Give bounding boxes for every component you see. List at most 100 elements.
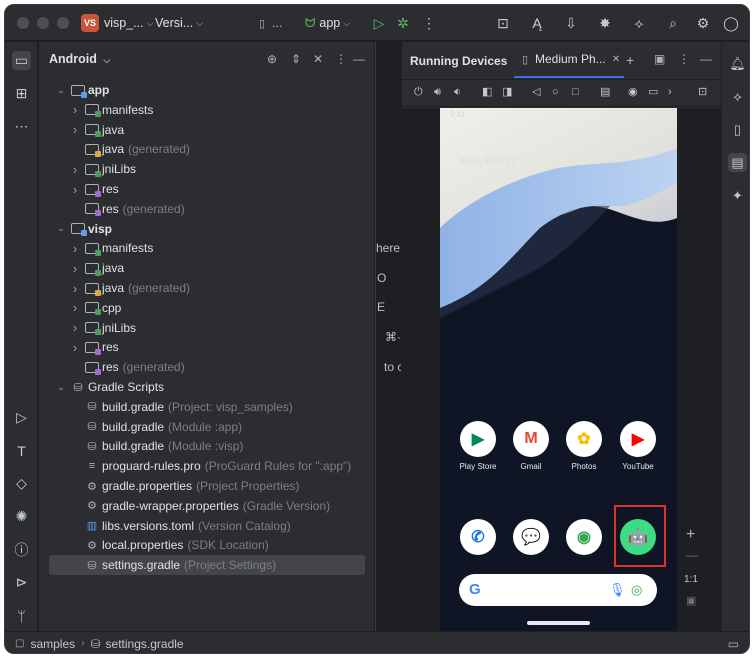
search-icon[interactable]: ⌕ bbox=[665, 15, 681, 31]
chevron-right-icon[interactable]: › bbox=[69, 300, 81, 315]
tree-row[interactable]: › manifests bbox=[39, 100, 374, 120]
run-tool-icon[interactable]: ▷ bbox=[12, 408, 31, 427]
options-menu-icon[interactable]: ⋮ bbox=[678, 52, 690, 66]
minimize-window-button[interactable] bbox=[37, 17, 49, 29]
volume-down-icon[interactable]: 🔉︎ bbox=[454, 87, 461, 98]
account-icon[interactable]: ◯ bbox=[723, 15, 739, 31]
app-gmail[interactable]: M Gmail bbox=[507, 421, 555, 471]
zoom-out-icon[interactable]: — bbox=[686, 548, 698, 562]
chevron-right-icon[interactable]: › bbox=[69, 182, 81, 197]
device-frame-icon[interactable]: ▤ bbox=[600, 87, 610, 98]
more-actions-icon[interactable]: ⋮ bbox=[421, 15, 437, 31]
tree-row[interactable]: › jniLibs bbox=[39, 159, 374, 179]
logcat-icon[interactable]: ✺ bbox=[12, 507, 31, 526]
screenshot-icon[interactable]: ◉ bbox=[628, 87, 638, 98]
breadcrumb-root[interactable]: samples bbox=[30, 637, 75, 651]
tree-row[interactable]: ⌄ app bbox=[39, 80, 374, 100]
problems-icon[interactable]: ⓘ bbox=[12, 540, 31, 559]
settings-gear-icon[interactable]: ⚙ bbox=[695, 15, 711, 31]
resource-manager-icon[interactable]: ⊞ bbox=[12, 84, 31, 103]
tree-row[interactable]: ⛁ build.gradle (Module :visp) bbox=[39, 436, 374, 456]
tree-row[interactable]: java (generated) bbox=[39, 139, 374, 159]
tree-row[interactable]: › manifests bbox=[39, 238, 374, 258]
vcs-branch-selector[interactable]: Versi... ⌵ bbox=[155, 5, 203, 41]
tree-row[interactable]: › cpp bbox=[39, 298, 374, 318]
device-manager-icon[interactable]: ▯ bbox=[728, 120, 747, 139]
build-hammer-icon[interactable]: T bbox=[12, 441, 31, 460]
notifications-icon[interactable]: 🔔︎ bbox=[728, 54, 747, 73]
microphone-icon[interactable]: 🎙︎ bbox=[609, 582, 626, 598]
sparkle-icon[interactable]: ✦ bbox=[728, 186, 747, 205]
zoom-window-button[interactable] bbox=[57, 17, 69, 29]
debug-icon[interactable]: ✲ bbox=[395, 15, 411, 31]
app-quality-icon[interactable]: ◇ bbox=[12, 474, 31, 493]
app-phone[interactable]: ✆ bbox=[454, 519, 502, 555]
chevron-down-icon[interactable]: ⌄ bbox=[55, 223, 67, 234]
tree-row[interactable]: › res bbox=[39, 337, 374, 357]
app-youtube[interactable]: ▶ YouTube bbox=[614, 421, 662, 471]
tree-row[interactable]: ⚙ gradle.properties (Project Properties) bbox=[39, 476, 374, 496]
close-window-button[interactable] bbox=[17, 17, 29, 29]
rotate-right-icon[interactable]: ◨ bbox=[502, 87, 512, 98]
gesture-nav-handle[interactable] bbox=[527, 621, 590, 625]
hide-panel-icon[interactable]: — bbox=[353, 52, 365, 66]
overview-icon[interactable]: □ bbox=[572, 87, 579, 98]
google-search-bar[interactable]: G 🎙︎ ◎ bbox=[459, 574, 657, 606]
zoom-actual-size[interactable]: 1:1 bbox=[684, 574, 698, 585]
tree-row[interactable]: ⌄ ⛁ Gradle Scripts bbox=[39, 377, 374, 397]
back-icon[interactable]: ◁ bbox=[532, 87, 540, 98]
chevron-right-icon[interactable]: › bbox=[69, 102, 81, 117]
running-devices-icon[interactable]: ▤ bbox=[728, 153, 747, 172]
translate-icon[interactable]: Ą bbox=[529, 15, 545, 31]
tree-row[interactable]: › res bbox=[39, 179, 374, 199]
tree-row[interactable]: ⌄ visp bbox=[39, 219, 374, 239]
zoom-in-icon[interactable]: + bbox=[686, 526, 695, 544]
lens-icon[interactable]: ◎ bbox=[631, 582, 642, 598]
chevron-right-icon[interactable]: › bbox=[69, 241, 81, 256]
chevron-down-icon[interactable]: ⌄ bbox=[55, 382, 67, 393]
rotate-left-icon[interactable]: ◧ bbox=[482, 87, 492, 98]
chevron-right-icon[interactable]: › bbox=[69, 162, 81, 177]
tree-row[interactable]: ⛁ build.gradle (Project: visp_samples) bbox=[39, 397, 374, 417]
tree-row[interactable]: ≡ proguard-rules.pro (ProGuard Rules for "… bbox=[39, 456, 374, 476]
sdk-manager-icon[interactable]: ⇩ bbox=[563, 15, 579, 31]
home-icon[interactable]: ○ bbox=[552, 87, 559, 98]
collapse-all-icon[interactable]: ✕ bbox=[313, 52, 323, 66]
project-selector[interactable]: VS visp_... ⌵ bbox=[81, 5, 153, 41]
volume-up-icon[interactable]: 🔊︎ bbox=[434, 87, 441, 98]
chevron-right-icon[interactable]: › bbox=[69, 261, 81, 276]
project-folder-icon[interactable]: ▭ bbox=[12, 51, 31, 70]
tree-row[interactable]: ⛁ build.gradle (Module :app) bbox=[39, 417, 374, 437]
project-view-selector[interactable]: Android ⌵ bbox=[49, 52, 110, 66]
tree-row[interactable]: res (generated) bbox=[39, 357, 374, 377]
phone-screen[interactable]: 9:41 Wed, Feb 19 G 🎙︎ ◎ ▶ Play Store M Gmai… bbox=[440, 108, 677, 632]
run-config-selector[interactable]: ᗢ app ⌵ bbox=[305, 5, 350, 41]
app-photos[interactable]: ✿ Photos bbox=[560, 421, 608, 471]
lockscreen-date[interactable]: Wed, Feb 19 bbox=[459, 156, 516, 167]
fit-screen-icon[interactable]: ▣ bbox=[686, 594, 696, 607]
screen-record-icon[interactable]: ▭ bbox=[648, 87, 658, 98]
chevron-right-icon[interactable]: › bbox=[69, 122, 81, 137]
version-control-icon[interactable]: ᛘ bbox=[12, 606, 31, 625]
terminal-icon[interactable]: ⊳ bbox=[12, 573, 31, 592]
options-menu-icon[interactable]: ⋮ bbox=[335, 52, 347, 66]
chevron-right-icon[interactable]: › bbox=[69, 320, 81, 335]
breadcrumb-file[interactable]: settings.gradle bbox=[106, 637, 184, 651]
power-icon[interactable]: ⏻ bbox=[414, 87, 423, 98]
tree-row[interactable]: › java bbox=[39, 120, 374, 140]
bug-report-icon[interactable]: ✸ bbox=[597, 15, 613, 31]
tree-row[interactable]: ⚙ gradle-wrapper.properties (Gradle Versio… bbox=[39, 496, 374, 516]
gemini-icon[interactable]: ⟡ bbox=[631, 15, 647, 31]
chevron-right-icon[interactable]: › bbox=[69, 281, 81, 296]
tree-row[interactable]: › jniLibs bbox=[39, 318, 374, 338]
tree-row[interactable]: › java (generated) bbox=[39, 278, 374, 298]
chevron-right-icon[interactable]: › bbox=[69, 340, 81, 355]
tree-row[interactable]: ▥ libs.versions.toml (Version Catalog) bbox=[39, 516, 374, 536]
hide-panel-icon[interactable]: — bbox=[700, 52, 712, 66]
app-messages[interactable]: 💬 bbox=[507, 519, 555, 555]
more-tools-icon[interactable]: ⋯ bbox=[12, 117, 31, 136]
tab-device[interactable]: ▯ Medium Ph... ✕ bbox=[514, 42, 625, 78]
tree-row[interactable]: ⛁ settings.gradle (Project Settings) bbox=[49, 555, 365, 576]
toggle-layout-icon[interactable]: ▭ bbox=[728, 637, 739, 651]
run-icon[interactable]: ▷ bbox=[371, 15, 387, 31]
